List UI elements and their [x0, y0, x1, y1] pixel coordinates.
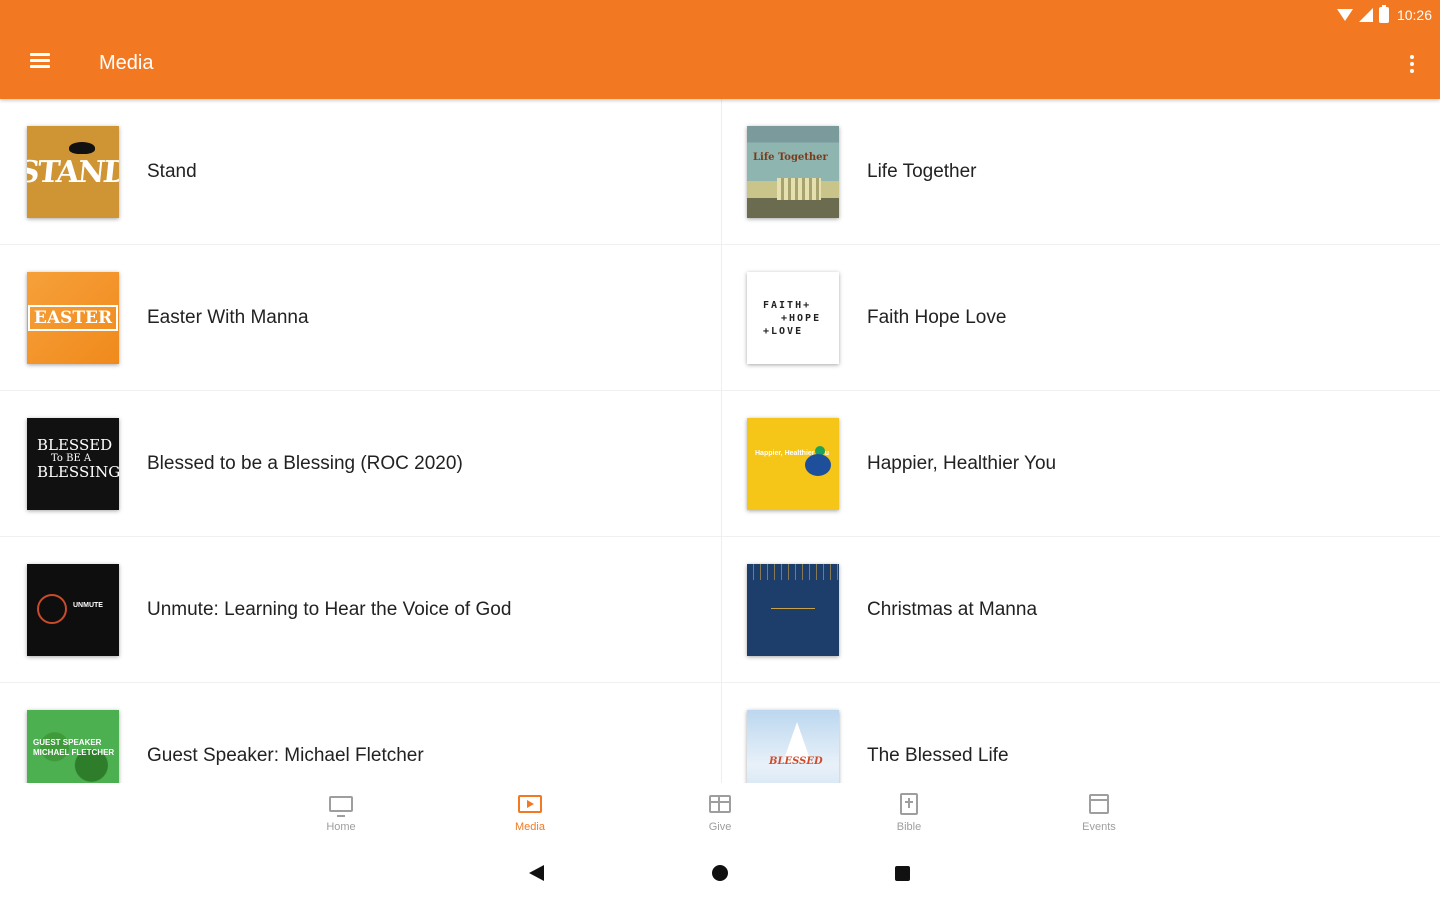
media-thumbnail: [747, 564, 839, 656]
calendar-icon: [1086, 791, 1112, 817]
media-item-label: Stand: [147, 161, 197, 182]
nav-media[interactable]: Media: [490, 791, 570, 833]
status-bar: 10:26: [1336, 4, 1432, 26]
nav-label: Events: [1082, 821, 1116, 833]
back-icon[interactable]: [529, 865, 544, 881]
media-item-label: Life Together: [867, 161, 977, 182]
status-time: 10:26: [1396, 7, 1432, 23]
nav-give[interactable]: Give: [680, 791, 760, 833]
media-item-christmas-at-manna[interactable]: Christmas at Manna: [720, 537, 1440, 683]
battery-icon: [1378, 5, 1389, 23]
media-item-label: The Blessed Life: [867, 745, 1009, 766]
media-item-easter-with-manna[interactable]: EASTER Easter With Manna: [0, 245, 720, 391]
media-thumbnail: Life Together: [747, 126, 839, 218]
gift-icon: [707, 791, 733, 817]
media-item-unmute[interactable]: UNMUTE Unmute: Learning to Hear the Voic…: [0, 537, 720, 683]
media-thumbnail: STAND: [27, 126, 119, 218]
overflow-menu-icon[interactable]: [1406, 50, 1418, 78]
recent-apps-icon[interactable]: [895, 866, 910, 881]
media-thumbnail: BLESSED To BE A BLESSING: [27, 418, 119, 510]
media-item-guest-speaker[interactable]: GUEST SPEAKER MICHAEL FLETCHER Guest Spea…: [0, 683, 720, 783]
nav-home[interactable]: Home: [301, 791, 381, 833]
media-play-icon: [517, 791, 543, 817]
media-thumbnail: BLESSED: [747, 710, 839, 783]
media-item-label: Christmas at Manna: [867, 599, 1038, 620]
hamburger-menu-icon[interactable]: [22, 46, 58, 80]
signal-icon: [1358, 8, 1373, 22]
media-thumbnail: FAITH+ +HOPE +LOVE: [747, 272, 839, 364]
wifi-icon: [1336, 9, 1353, 21]
media-item-blessed-to-be-a-blessing[interactable]: BLESSED To BE A BLESSING Blessed to be a…: [0, 391, 720, 537]
media-item-label: Happier, Healthier You: [867, 453, 1057, 474]
bible-icon: [896, 791, 922, 817]
nav-events[interactable]: Events: [1059, 791, 1139, 833]
media-thumbnail: UNMUTE: [27, 564, 119, 656]
media-item-label: Easter With Manna: [147, 307, 309, 328]
media-item-stand[interactable]: STAND Stand: [0, 99, 720, 245]
nav-label: Home: [326, 821, 356, 833]
nav-bible[interactable]: Bible: [869, 791, 949, 833]
media-item-label: Blessed to be a Blessing (ROC 2020): [147, 453, 463, 474]
media-item-faith-hope-love[interactable]: FAITH+ +HOPE +LOVE Faith Hope Love: [720, 245, 1440, 391]
nav-label: Give: [708, 821, 732, 833]
bottom-navigation: Home Media Give Bible Events: [0, 783, 1440, 843]
media-item-label: Faith Hope Love: [867, 307, 1007, 328]
media-list: STAND Stand Life Together Life Together …: [0, 99, 1440, 783]
home-circle-icon[interactable]: [712, 865, 728, 881]
media-item-life-together[interactable]: Life Together Life Together: [720, 99, 1440, 245]
app-bar: 10:26 Media: [0, 0, 1440, 99]
media-item-happier-healthier-you[interactable]: Happier, Healthier You Happier, Healthie…: [720, 391, 1440, 537]
media-item-label: Guest Speaker: Michael Fletcher: [147, 745, 424, 766]
nav-label: Bible: [896, 821, 922, 833]
page-title: Media: [99, 52, 154, 74]
tv-icon: [328, 791, 354, 817]
system-navigation-bar: [0, 843, 1440, 900]
media-thumbnail: EASTER: [27, 272, 119, 364]
nav-label: Media: [515, 821, 545, 833]
media-thumbnail: GUEST SPEAKER MICHAEL FLETCHER: [27, 710, 119, 783]
media-thumbnail: Happier, Healthier You: [747, 418, 839, 510]
media-item-the-blessed-life[interactable]: BLESSED The Blessed Life: [720, 683, 1440, 783]
media-item-label: Unmute: Learning to Hear the Voice of Go…: [147, 599, 512, 620]
